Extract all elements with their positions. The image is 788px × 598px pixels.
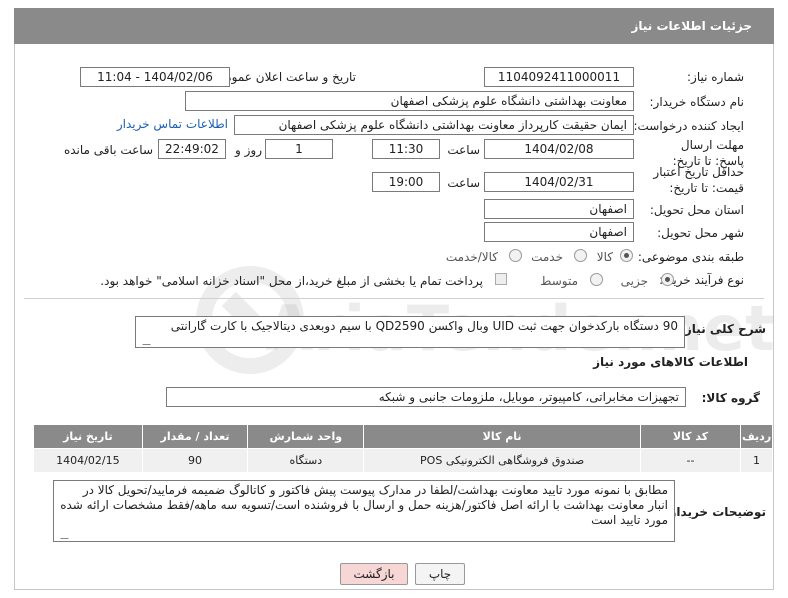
cell-item-code: -- bbox=[639, 448, 742, 473]
description-label: شرح کلی نیاز: bbox=[680, 322, 766, 336]
days-count-field: 1 bbox=[265, 139, 333, 159]
divider bbox=[24, 298, 764, 299]
col-quantity: تعداد / مقدار bbox=[141, 424, 249, 449]
col-row-number: ردیف bbox=[740, 424, 773, 449]
need-number-label: شماره نیاز: bbox=[687, 70, 744, 84]
category-option-goods-service: کالا/خدمت bbox=[445, 250, 498, 264]
col-item-code: کد کالا bbox=[639, 424, 742, 449]
remaining-label: ساعت باقی مانده bbox=[63, 143, 153, 157]
back-button[interactable]: بازگشت bbox=[340, 563, 408, 585]
resize-handle-icon[interactable] bbox=[135, 337, 151, 345]
goods-info-title: اطلاعات کالاهای مورد نیاز bbox=[593, 355, 748, 369]
category-radio-goods-service[interactable] bbox=[509, 249, 522, 262]
category-option-service: خدمت bbox=[531, 250, 563, 264]
city-field: اصفهان bbox=[484, 222, 634, 242]
table-header-row: ردیف کد کالا نام کالا واحد شمارش تعداد /… bbox=[33, 424, 773, 449]
city-label: شهر محل تحویل: bbox=[657, 226, 744, 240]
deadline-date-field: 1404/02/08 bbox=[484, 139, 634, 159]
cell-need-date: 1404/02/15 bbox=[33, 448, 143, 473]
buyer-notes-textarea: مطابق با نمونه مورد تایید معاونت بهداشت/… bbox=[53, 480, 675, 542]
validity-time-field: 19:00 bbox=[372, 172, 440, 192]
category-radio-service[interactable] bbox=[574, 249, 587, 262]
payment-note: پرداخت تمام یا بخشی از مبلغ خرید،از محل … bbox=[100, 274, 483, 288]
treasury-payment-checkbox[interactable] bbox=[495, 273, 507, 285]
goods-group-label: گروه کالا: bbox=[701, 391, 760, 405]
process-radio-minor[interactable] bbox=[661, 273, 674, 286]
print-button[interactable]: چاپ bbox=[415, 563, 465, 585]
days-label: روز و bbox=[235, 143, 262, 157]
panel-header: جزئیات اطلاعات نیاز bbox=[14, 8, 774, 44]
description-textarea: 90 دستگاه بارکدخوان جهت ثبت UID وبال واک… bbox=[135, 316, 685, 348]
creator-field: ایمان حقیقت کارپرداز معاونت بهداشتی دانش… bbox=[234, 115, 634, 135]
creator-label: ایجاد کننده درخواست: bbox=[633, 119, 744, 133]
category-option-goods: کالا bbox=[596, 250, 613, 264]
col-need-date: تاریخ نیاز bbox=[33, 424, 143, 449]
validity-label: حداقل تاریخ اعتبار قیمت: تا تاریخ: bbox=[653, 165, 744, 195]
cell-unit: دستگاه bbox=[247, 448, 365, 473]
buyer-org-field: معاونت بهداشتی دانشگاه علوم پزشکی اصفهان bbox=[185, 91, 634, 111]
col-unit: واحد شمارش bbox=[247, 424, 365, 449]
buyer-notes-text: مطابق با نمونه مورد تایید معاونت بهداشت/… bbox=[60, 483, 668, 527]
buyer-contact-link[interactable]: اطلاعات تماس خریدار bbox=[117, 117, 228, 131]
announce-label: تاریخ و ساعت اعلان عمومی: bbox=[211, 70, 356, 84]
buyer-notes-label: توضیحات خریدار: bbox=[664, 505, 766, 519]
table-row: 1 -- صندوق فروشگاهی الکترونیکی POS دستگا… bbox=[33, 448, 773, 473]
province-field: اصفهان bbox=[484, 199, 634, 219]
buyer-org-label: نام دستگاه خریدار: bbox=[649, 95, 745, 109]
resize-handle-icon[interactable] bbox=[53, 531, 69, 539]
category-radio-goods[interactable] bbox=[620, 249, 633, 262]
process-option-medium: متوسط bbox=[540, 274, 578, 288]
validity-date-field: 1404/02/31 bbox=[484, 172, 634, 192]
description-text: 90 دستگاه بارکدخوان جهت ثبت UID وبال واک… bbox=[170, 319, 678, 333]
deadline-time-label: ساعت bbox=[447, 143, 480, 157]
goods-table: ردیف کد کالا نام کالا واحد شمارش تعداد /… bbox=[33, 424, 773, 473]
remaining-time-field: 22:49:02 bbox=[158, 139, 226, 159]
process-radio-medium[interactable] bbox=[590, 273, 603, 286]
need-number-field: 1104092411000011 bbox=[484, 67, 634, 87]
province-label: استان محل تحویل: bbox=[649, 203, 744, 217]
goods-group-field: تجهیزات مخابراتی، کامپیوتر، موبایل، ملزو… bbox=[166, 387, 686, 407]
category-label: طبقه بندی موضوعی: bbox=[637, 250, 744, 264]
cell-item-name: صندوق فروشگاهی الکترونیکی POS bbox=[363, 448, 641, 473]
process-option-minor: جزیی bbox=[620, 274, 648, 288]
col-item-name: نام کالا bbox=[363, 424, 641, 449]
deadline-time-field: 11:30 bbox=[372, 139, 440, 159]
cell-quantity: 90 bbox=[141, 448, 249, 473]
validity-time-label: ساعت bbox=[447, 176, 480, 190]
cell-row-number: 1 bbox=[740, 448, 773, 473]
announce-field: 1404/02/06 - 11:04 bbox=[80, 67, 230, 87]
